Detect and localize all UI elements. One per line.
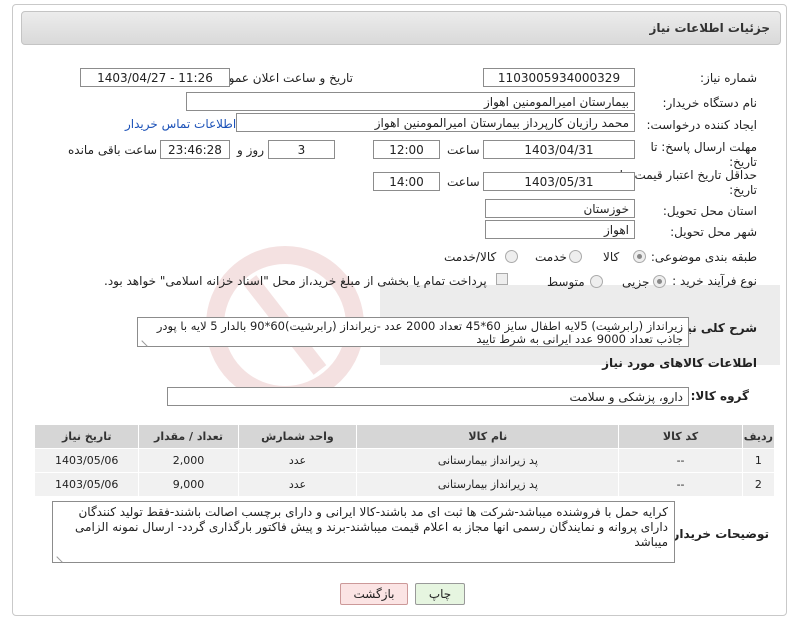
panel-header: جزئیات اطلاعات نیاز bbox=[21, 11, 781, 45]
col-qty: تعداد / مقدار bbox=[138, 424, 239, 449]
city-label: شهر محل تحویل: bbox=[670, 225, 757, 239]
buyer-notes-label: توضیحات خریدار: bbox=[667, 527, 769, 541]
cell-row: 1 bbox=[741, 448, 776, 473]
treasury-note: پرداخت تمام یا بخشی از مبلغ خرید،از محل … bbox=[104, 274, 487, 288]
need-number-field: 1103005934000329 bbox=[483, 68, 635, 87]
goods-table-header: ردیف کد کالا نام کالا واحد شمارش تعداد /… bbox=[33, 424, 776, 449]
deadline-date-field: 1403/04/31 bbox=[483, 140, 635, 159]
col-unit: واحد شمارش bbox=[237, 424, 358, 449]
goods-section-title: اطلاعات کالاهای مورد نیاز bbox=[602, 356, 757, 370]
purchase-type-label: نوع فرآیند خرید : bbox=[672, 274, 757, 288]
cell-name: پد زیرانداز بیمارستانی bbox=[356, 448, 620, 473]
category-goods-service-radio[interactable] bbox=[505, 250, 518, 263]
cell-date: 1403/05/06 bbox=[33, 448, 140, 473]
purchase-medium-label: متوسط bbox=[547, 275, 585, 289]
purchase-minor-radio[interactable] bbox=[653, 275, 666, 288]
purchase-minor-label: جزیی bbox=[622, 275, 650, 289]
province-label: استان محل تحویل: bbox=[662, 204, 757, 218]
announce-field: 1403/04/27 - 11:26 bbox=[80, 68, 230, 87]
days-label: روز و bbox=[237, 143, 264, 157]
goods-group-field: دارو، پزشکی و سلامت bbox=[167, 387, 689, 406]
creator-label: ایجاد کننده درخواست: bbox=[646, 118, 757, 132]
buyer-notes-textarea: کرایه حمل با فروشنده میباشد-شرکت ها ثبت … bbox=[52, 501, 675, 563]
cell-unit: عدد bbox=[237, 472, 358, 497]
cell-date: 1403/05/06 bbox=[33, 472, 140, 497]
category-service-radio[interactable] bbox=[569, 250, 582, 263]
cell-unit: عدد bbox=[237, 448, 358, 473]
table-row: 2 -- پد زیرانداز بیمارستانی عدد 9,000 14… bbox=[33, 472, 776, 497]
city-field: اهواز bbox=[485, 220, 635, 239]
validity-date-field: 1403/05/31 bbox=[483, 172, 635, 191]
creator-field: محمد رازیان کارپرداز بیمارستان امیرالموم… bbox=[236, 113, 635, 132]
category-goods-label: کالا bbox=[603, 250, 620, 264]
cell-row: 2 bbox=[741, 472, 776, 497]
remaining-time-field: 23:46:28 bbox=[160, 140, 230, 159]
validity-time-field: 14:00 bbox=[373, 172, 440, 191]
category-goods-service-label: کالا/خدمت bbox=[444, 250, 497, 264]
description-textarea: زیرانداز (رابرشیت) 5لایه اطفال سایز 60*4… bbox=[137, 317, 689, 347]
cell-name: پد زیرانداز بیمارستانی bbox=[356, 472, 620, 497]
category-service-label: خدمت bbox=[535, 250, 567, 264]
treasury-checkbox[interactable] bbox=[496, 273, 508, 285]
deadline-time-field: 12:00 bbox=[373, 140, 440, 159]
col-code: کد کالا bbox=[618, 424, 743, 449]
province-field: خوزستان bbox=[485, 199, 635, 218]
category-goods-radio[interactable] bbox=[633, 250, 646, 263]
buyer-label: نام دستگاه خریدار: bbox=[662, 96, 758, 110]
cell-qty: 2,000 bbox=[138, 448, 239, 473]
goods-group-label: گروه کالا: bbox=[690, 389, 749, 403]
buyer-field: بیمارستان امیرالمومنین اهواز bbox=[186, 92, 635, 111]
back-button[interactable]: بازگشت bbox=[340, 583, 408, 605]
purchase-medium-radio[interactable] bbox=[590, 275, 603, 288]
cell-code: -- bbox=[618, 472, 743, 497]
col-row: ردیف bbox=[741, 424, 776, 449]
deadline-time-label: ساعت bbox=[447, 143, 480, 157]
need-number-label: شماره نیاز: bbox=[700, 71, 757, 85]
contact-info-link[interactable]: اطلاعات تماس خریدار bbox=[125, 117, 236, 131]
col-name: نام کالا bbox=[356, 424, 620, 449]
cell-qty: 9,000 bbox=[138, 472, 239, 497]
panel-title: جزئیات اطلاعات نیاز bbox=[649, 21, 770, 35]
cell-code: -- bbox=[618, 448, 743, 473]
col-date: تاریخ نیاز bbox=[33, 424, 140, 449]
deadline-label: مهلت ارسال پاسخ: تا تاریخ: bbox=[650, 140, 757, 169]
goods-table: ردیف کد کالا نام کالا واحد شمارش تعداد /… bbox=[33, 424, 776, 497]
remaining-label: ساعت باقی مانده bbox=[68, 143, 158, 157]
category-label: طبقه بندی موضوعی: bbox=[650, 250, 757, 264]
print-button[interactable]: چاپ bbox=[415, 583, 465, 605]
validity-time-label: ساعت bbox=[447, 175, 480, 189]
days-field: 3 bbox=[268, 140, 335, 159]
table-row: 1 -- پد زیرانداز بیمارستانی عدد 2,000 14… bbox=[33, 448, 776, 473]
